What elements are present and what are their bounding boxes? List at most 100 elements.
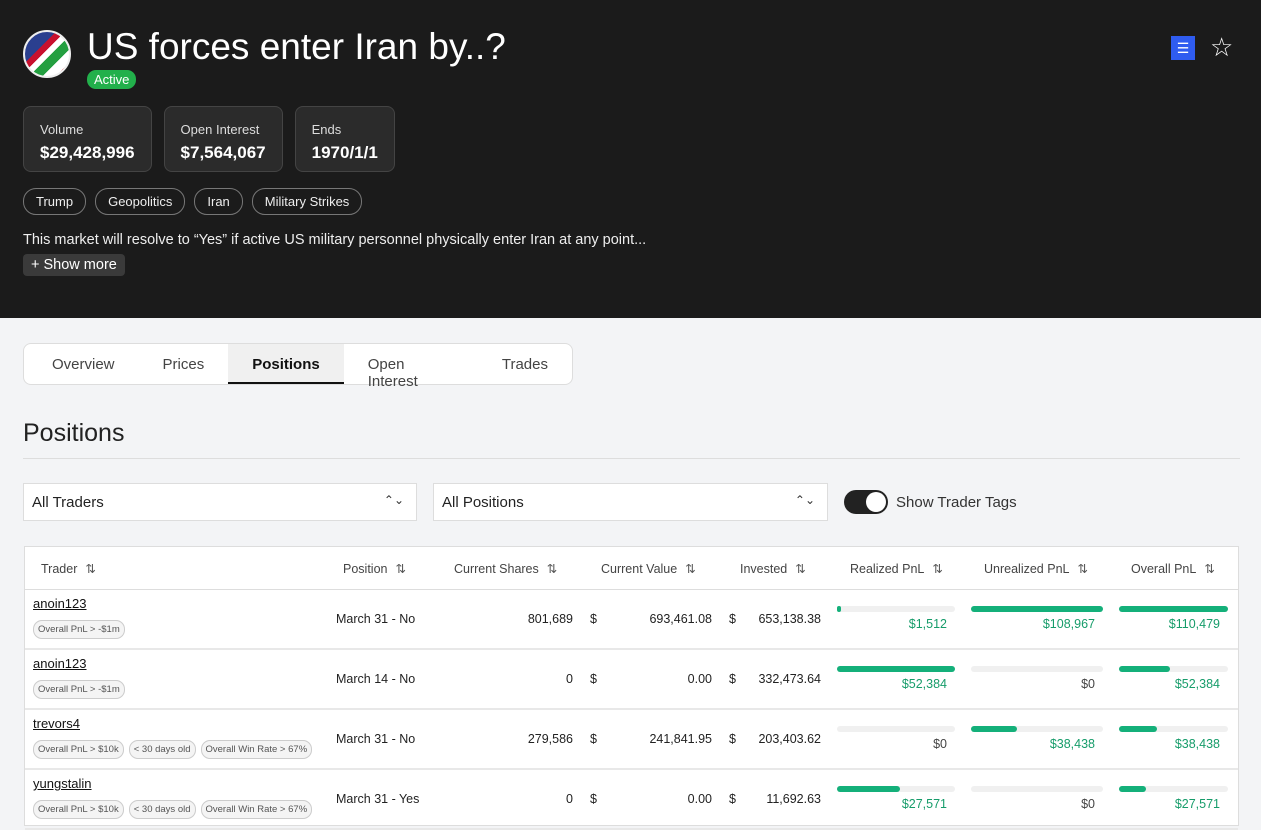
stat-label: Open Interest [180, 122, 260, 137]
value-cell: 0.00 [687, 672, 712, 686]
flag-avatar [23, 30, 71, 78]
column-header[interactable]: Trader ⇅ [41, 561, 96, 576]
overall-pnl-value: $52,384 [1174, 677, 1220, 691]
tab-open-interest[interactable]: Open Interest [344, 344, 478, 390]
trader-tag: < 30 days old [128, 800, 196, 819]
unrealized-pnl-bar [971, 786, 1103, 792]
stat-value: $7,564,067 [180, 143, 266, 162]
positions-select[interactable]: All Positions ⌃⌄ [433, 483, 828, 521]
sort-icon[interactable]: ⇅ [547, 562, 557, 576]
invested-cell: 332,473.64 [758, 672, 821, 686]
stat-label: Volume [40, 122, 84, 137]
realized-pnl-value: $52,384 [901, 677, 947, 691]
shares-cell: 801,689 [527, 612, 573, 626]
overall-pnl-bar [1119, 786, 1228, 792]
column-header-label: Realized PnL [850, 562, 925, 576]
market-header: US forces enter Iran by..? Active ☰ ☆ Vo… [0, 0, 1261, 318]
trader-tag: Overall PnL > -$1m [33, 620, 125, 639]
tag-chip[interactable]: Military Strikes [251, 188, 363, 215]
column-header[interactable]: Realized PnL ⇅ [850, 561, 943, 576]
trader-tag: Overall PnL > -$1m [33, 680, 125, 699]
column-header[interactable]: Current Value ⇅ [601, 561, 696, 576]
column-header-label: Invested [740, 562, 788, 576]
trader-tags: Overall PnL > -$1m [33, 680, 125, 699]
tab-positions[interactable]: Positions [228, 344, 344, 384]
trader-link[interactable]: anoin123 [33, 596, 87, 611]
tab-bar: Overview Prices Positions Open Interest Trad… [23, 343, 573, 390]
tab-trades[interactable]: Trades [478, 344, 572, 384]
trader-tags: Overall PnL > -$1m [33, 620, 125, 639]
realized-pnl-bar [837, 786, 955, 792]
tab-overview[interactable]: Overview [28, 344, 139, 384]
column-header-label: Position [343, 562, 388, 576]
tab-prices[interactable]: Prices [139, 344, 229, 384]
sort-icon[interactable]: ⇅ [395, 562, 405, 576]
tag-chip[interactable]: Geopolitics [95, 188, 186, 215]
column-header[interactable]: Overall PnL ⇅ [1131, 561, 1215, 576]
stat-value: $29,428,996 [40, 143, 135, 162]
realized-pnl-value: $27,571 [901, 797, 947, 811]
trader-link[interactable]: yungstalin [33, 776, 92, 791]
realized-pnl-value: $1,512 [908, 617, 947, 631]
overall-pnl-bar [1119, 606, 1228, 612]
trader-link[interactable]: anoin123 [33, 656, 87, 671]
tag-chip[interactable]: Trump [23, 188, 87, 215]
sort-icon[interactable]: ⇅ [1204, 562, 1214, 576]
overall-pnl-value: $38,438 [1174, 737, 1220, 751]
chevron-updown-icon: ⌃⌄ [794, 493, 815, 507]
column-header[interactable]: Unrealized PnL ⇅ [984, 561, 1088, 576]
trader-tags-toggle[interactable] [844, 490, 888, 514]
sort-icon[interactable]: ⇅ [685, 562, 695, 576]
unrealized-pnl-bar-fill [971, 726, 1018, 732]
trader-tags-label: Show Trader Tags [896, 494, 1017, 511]
sort-icon[interactable]: ⇅ [1077, 562, 1087, 576]
unrealized-pnl-value: $0 [1081, 797, 1095, 811]
traders-select[interactable]: All Traders ⌃⌄ [23, 483, 417, 521]
table-row: anoin123 Overall PnL > -$1m March 31 - No 8… [25, 590, 1238, 650]
sort-icon[interactable]: ⇅ [795, 562, 805, 576]
position-cell: March 31 - No [336, 612, 416, 626]
unrealized-pnl-value: $108,967 [1042, 617, 1095, 631]
overall-pnl-bar-fill [1119, 786, 1147, 792]
trader-tag: Overall PnL > $10k [33, 740, 124, 759]
table-row: yungstalin Overall PnL > $10k < 30 days ol… [25, 770, 1238, 830]
value-cell: 0.00 [687, 792, 712, 806]
overall-pnl-bar-fill [1119, 726, 1158, 732]
brand-icon[interactable]: ☰ [1171, 36, 1195, 60]
trader-link[interactable]: trevors4 [33, 716, 80, 731]
unrealized-pnl-value: $38,438 [1049, 737, 1095, 751]
realized-pnl-value: $0 [933, 737, 947, 751]
overall-pnl-bar-fill [1119, 666, 1171, 672]
realized-pnl-bar [837, 606, 955, 612]
trader-tag: Overall Win Rate > 67% [200, 800, 313, 819]
star-icon[interactable]: ☆ [1210, 32, 1233, 63]
chevron-updown-icon: ⌃⌄ [383, 493, 404, 507]
value-cell: 241,841.95 [649, 732, 712, 746]
tag-chip[interactable]: Iran [194, 188, 243, 215]
realized-pnl-bar [837, 726, 955, 732]
market-description: This market will resolve to “Yes” if act… [23, 232, 647, 248]
column-header-label: Overall PnL [1131, 562, 1197, 576]
show-more-button[interactable]: + Show more [23, 254, 125, 276]
section-title: Positions [23, 419, 125, 447]
trader-tags: Overall PnL > $10k < 30 days old Overall W… [33, 800, 313, 819]
positions-select-value: All Positions [442, 494, 524, 511]
column-header[interactable]: Current Shares ⇅ [454, 561, 557, 576]
divider [23, 458, 1240, 459]
overall-pnl-value: $110,479 [1168, 617, 1220, 631]
stat-card: Open Interest $7,564,067 [163, 106, 283, 172]
unrealized-pnl-bar [971, 666, 1103, 672]
shares-cell: 279,586 [527, 732, 573, 746]
shares-cell: 0 [566, 672, 573, 686]
stat-value: 1970/1/1 [311, 143, 378, 162]
overall-pnl-value: $27,571 [1174, 797, 1220, 811]
invested-cell: 203,403.62 [758, 732, 821, 746]
column-header[interactable]: Invested ⇅ [740, 561, 806, 576]
sort-icon[interactable]: ⇅ [85, 562, 95, 576]
traders-select-value: All Traders [32, 494, 104, 511]
realized-pnl-bar-fill [837, 606, 841, 612]
sort-icon[interactable]: ⇅ [932, 562, 942, 576]
trader-tags: Overall PnL > $10k < 30 days old Overall W… [33, 740, 313, 759]
column-header[interactable]: Position ⇅ [343, 561, 406, 576]
table-row: anoin123 Overall PnL > -$1m March 14 - No 0… [25, 650, 1238, 710]
